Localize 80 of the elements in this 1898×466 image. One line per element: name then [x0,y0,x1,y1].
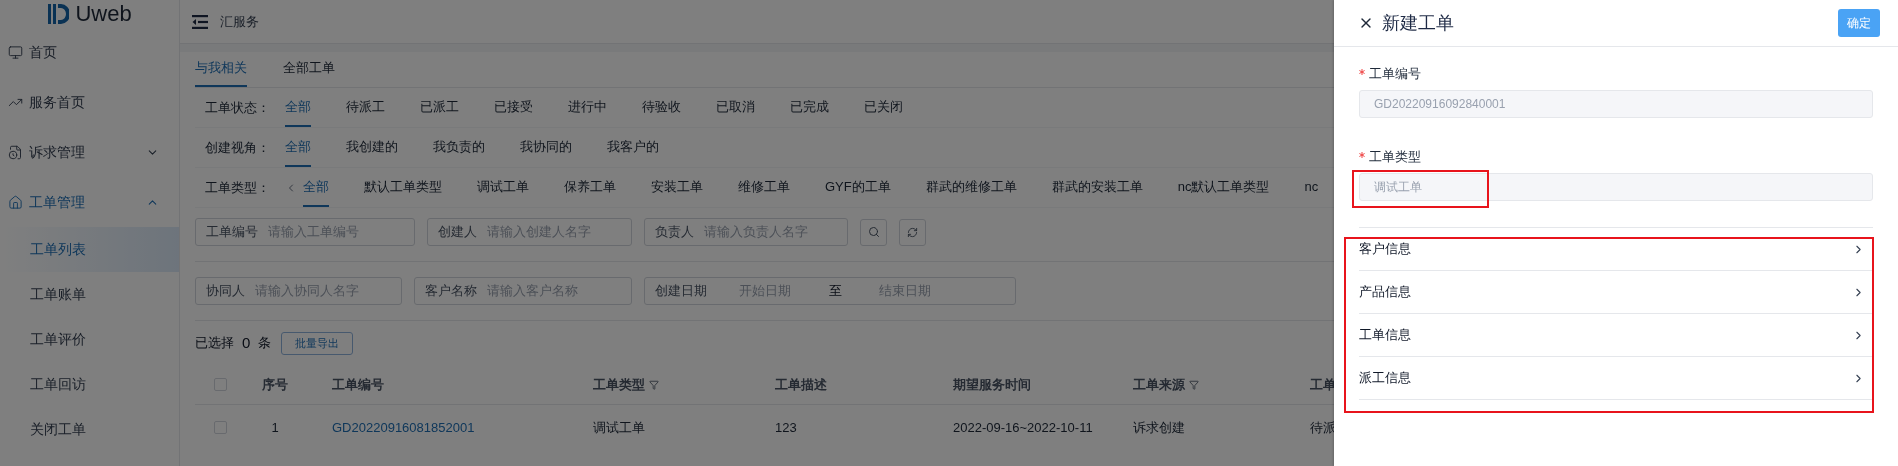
filter-option[interactable]: 已完成 [790,88,829,127]
filter-option[interactable]: 已派工 [420,88,459,127]
selection-count: 0 [242,332,251,353]
table-cell: 2022-09-16~2022-10-11 [953,419,1093,435]
filter-option[interactable]: 全部 [303,168,329,207]
table-cell: 诉求创建 [1133,419,1185,435]
section-row[interactable]: 工单信息 [1359,314,1873,357]
selection-label: 已选择 [195,334,234,353]
filter-label: 创建视角： [205,138,271,157]
section-row[interactable]: 派工信息 [1359,357,1873,400]
logo-icon [47,2,70,25]
submenu-item[interactable]: 关闭工单 [0,407,179,452]
filter-option[interactable]: 全部 [285,128,311,167]
filter-option[interactable]: 调试工单 [477,168,529,207]
field-label: 负责人 [655,223,694,242]
column-header: 工单描述 [775,375,827,394]
selection-unit: 条 [258,334,272,353]
filter-option[interactable]: GYF的工单 [825,168,891,207]
filter-option[interactable]: 我负责的 [433,128,485,167]
table-cell: 待派 [1310,419,1336,435]
filter-option[interactable]: 我客户的 [607,128,659,167]
filter-option[interactable]: 已取消 [716,88,755,127]
refresh-button[interactable] [899,218,926,246]
filter-option[interactable]: nc默认工单类型 [1177,168,1270,207]
refresh-icon [907,226,918,238]
filter-option[interactable]: 待派工 [346,88,385,127]
page-title: 汇服务 [220,12,259,31]
filter-option[interactable]: 默认工单类型 [364,168,442,207]
sidebar-item[interactable]: 工单管理 [0,177,179,227]
order-link[interactable]: GD20220916081852001 [332,419,475,435]
filter-option[interactable]: 维修工单 [738,168,790,207]
column-header: 工单类型 [593,375,645,394]
filter-option[interactable]: 安装工单 [651,168,703,207]
table-cell: 123 [775,419,797,435]
logo-text: Uweb [75,2,132,25]
sidebar-item[interactable]: 首页 [0,27,179,77]
tab[interactable]: 与我相关 [195,51,247,87]
table-cell: 调试工单 [593,419,645,435]
field-label: 工单编号 [206,223,258,242]
filter-option[interactable]: 保养工单 [564,168,616,207]
submenu-item[interactable]: 工单账单 [0,272,179,317]
filter-option[interactable]: 群武的安装工单 [1051,168,1143,207]
field-label: 创建日期 [655,282,708,301]
column-header: 工单来源 [1133,375,1185,394]
table-cell: 1 [271,419,279,435]
sidebar-item[interactable]: 服务首页 [0,77,179,127]
search-icon [867,226,880,238]
filter-option[interactable]: 全部 [285,88,311,127]
drawer-title: 新建工单 [1382,11,1455,35]
filter-label: 工单状态： [205,98,271,117]
filter-option[interactable]: 我协同的 [520,128,572,167]
field-label: 客户名称 [425,282,477,301]
column-header: 工单编号 [332,375,384,394]
column-header: 期望服务时间 [953,375,1031,394]
filter-option[interactable]: 进行中 [568,88,607,127]
export-button[interactable]: 批量导出 [281,331,354,355]
range-separator: 至 [829,282,843,301]
search-button[interactable] [860,218,887,246]
filter-icon[interactable] [1189,379,1199,390]
filter-option[interactable]: 已关闭 [864,88,903,127]
field-label: 创建人 [438,223,477,242]
submenu-item[interactable]: 工单回访 [0,362,179,407]
tab[interactable]: 全部工单 [283,51,335,87]
field-label: 协同人 [206,282,245,301]
sidebar-item[interactable]: 诉求管理 [0,127,179,177]
filter-icon[interactable] [649,379,659,390]
field-label: 工单编号 [1369,65,1421,84]
filter-option[interactable]: 我创建的 [346,128,398,167]
filter-option[interactable]: 已接受 [494,88,533,127]
section-row[interactable]: 客户信息 [1359,228,1873,271]
section-row[interactable]: 产品信息 [1359,271,1873,314]
column-header: 序号 [262,375,288,394]
filter-label: 工单类型： [205,178,271,197]
column-header: 工单 [1310,375,1336,394]
filter-option[interactable]: nc [1304,168,1319,207]
filter-option[interactable]: 待验收 [642,88,681,127]
filter-option[interactable]: 群武的维修工单 [925,168,1017,207]
confirm-button[interactable]: 确定 [1838,9,1880,37]
submenu-item[interactable]: 工单评价 [0,317,179,362]
field-label: 工单类型 [1369,148,1421,167]
